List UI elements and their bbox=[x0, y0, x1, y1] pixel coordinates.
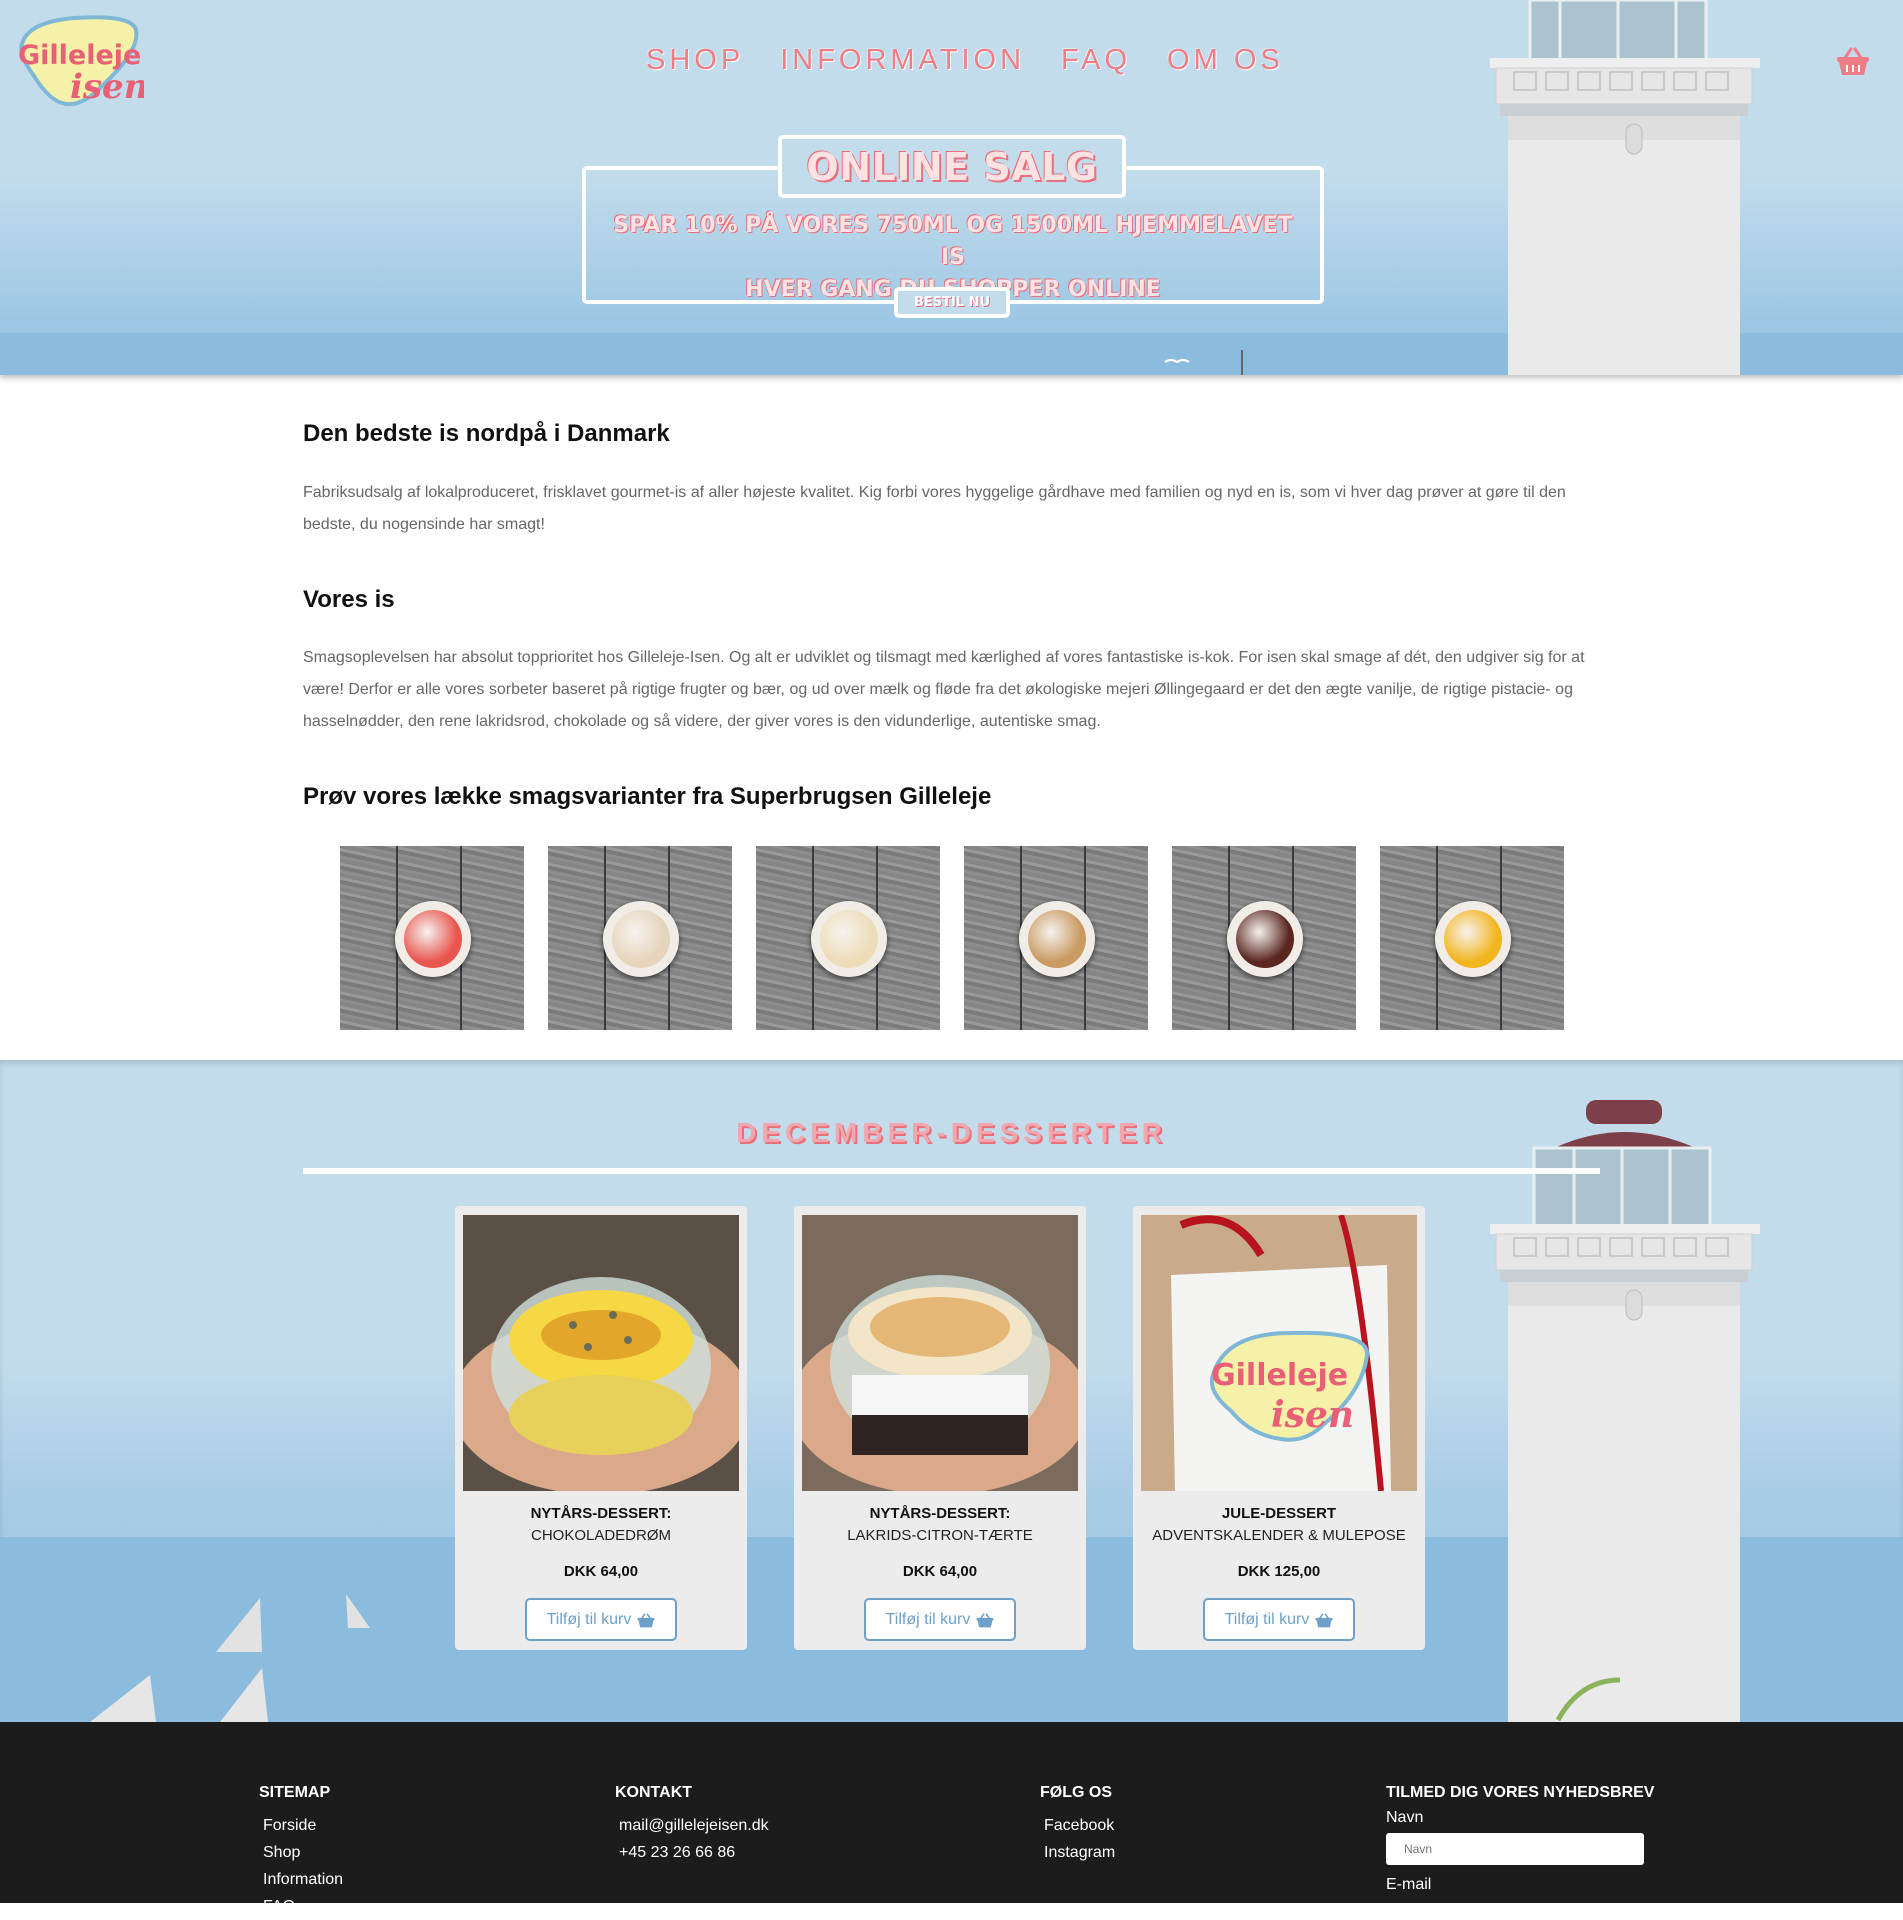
newsletter-name-input[interactable] bbox=[1386, 1833, 1644, 1865]
product-title: JULE-DESSERT bbox=[1221, 1505, 1337, 1522]
product-image-advent-calendar-tote[interactable]: Gilleleje isen bbox=[1141, 1215, 1417, 1491]
product-image-licorice-lemon-tart[interactable] bbox=[802, 1215, 1078, 1491]
december-title: DECEMBER-DESSERTER bbox=[736, 1117, 1167, 1148]
product-price: DKK 64,00 bbox=[902, 1563, 978, 1580]
name-label: Navn bbox=[1386, 1809, 1424, 1826]
gilleleje-isen-logo[interactable]: Gilleleje isen bbox=[14, 14, 144, 110]
vores-is-text: Smagsoplevelsen har absolut topprioritet… bbox=[303, 649, 1585, 730]
logo-text-isen: isen bbox=[70, 67, 144, 107]
product-card: NYTÅRS-DESSERT: LAKRIDS-CITRON-TÆRTE DKK… bbox=[794, 1206, 1086, 1650]
facebook-link[interactable]: Facebook bbox=[1044, 1812, 1115, 1839]
flavor-image[interactable] bbox=[1172, 846, 1356, 1030]
flavor-image[interactable] bbox=[340, 846, 524, 1030]
follow-heading: FØLG OS bbox=[1040, 1784, 1112, 1801]
footer-link-information[interactable]: Information bbox=[263, 1866, 343, 1893]
contact-phone-link[interactable]: +45 23 26 66 86 bbox=[619, 1839, 769, 1866]
lighthouse-illustration bbox=[1490, 0, 1760, 375]
contact-email-link[interactable]: mail@gillelejeisen.dk bbox=[619, 1812, 769, 1839]
product-title: NYTÅRS-DESSERT: bbox=[530, 1505, 672, 1522]
email-label: E-mail bbox=[1386, 1876, 1432, 1893]
bird-decoration bbox=[1164, 350, 1243, 375]
footer-link-shop[interactable]: Shop bbox=[263, 1839, 343, 1866]
footer-link-forside[interactable]: Forside bbox=[263, 1812, 343, 1839]
intro-heading: Den bedste is nordpå i Danmark bbox=[303, 420, 670, 447]
add-to-cart-button[interactable]: Tilføj til kurv bbox=[864, 1598, 1016, 1641]
promo-title-frame: ONLINE SALG bbox=[778, 135, 1126, 198]
footer-sitemap: SITEMAP Forside Shop Information FAQ bbox=[259, 1784, 343, 1920]
nav-om-os[interactable]: OM OS bbox=[1167, 44, 1284, 77]
flavor-image[interactable] bbox=[1380, 846, 1564, 1030]
product-subtitle: CHOKOLADEDRØM bbox=[530, 1527, 672, 1544]
product-subtitle: LAKRIDS-CITRON-TÆRTE bbox=[847, 1527, 1033, 1544]
shopping-basket-icon bbox=[637, 1612, 655, 1627]
svg-text:isen: isen bbox=[1271, 1394, 1354, 1436]
ice-cream-scoop bbox=[1444, 910, 1502, 968]
flavor-image[interactable] bbox=[548, 846, 732, 1030]
instagram-link[interactable]: Instagram bbox=[1044, 1839, 1115, 1866]
product-title: NYTÅRS-DESSERT: bbox=[869, 1505, 1011, 1522]
nav-information[interactable]: INFORMATION bbox=[780, 44, 1025, 77]
sailboats-illustration bbox=[90, 1594, 370, 1722]
contact-heading: KONTAKT bbox=[615, 1784, 693, 1801]
footer-link-faq[interactable]: FAQ bbox=[263, 1893, 343, 1920]
order-now-button[interactable]: BESTIL NU bbox=[894, 287, 1010, 318]
svg-text:Gilleleje: Gilleleje bbox=[1211, 1358, 1348, 1393]
sitemap-heading: SITEMAP bbox=[259, 1784, 331, 1801]
promo-line-1: SPAR 10% PÅ VORES 750ML OG 1500ML HJEMME… bbox=[613, 213, 1293, 270]
lighthouse-illustration bbox=[1490, 1100, 1760, 1722]
footer-newsletter: TILMED DIG VORES NYHEDSBREV Navn E-mail bbox=[1386, 1784, 1654, 1898]
promo-title: ONLINE SALG bbox=[806, 144, 1098, 189]
flavor-image[interactable] bbox=[756, 846, 940, 1030]
footer-social: FØLG OS Facebook Instagram bbox=[1040, 1784, 1115, 1866]
flavors-heading: Prøv vores lække smagsvarianter fra Supe… bbox=[303, 783, 992, 810]
intro-text: Fabriksudsalg af lokalproduceret, friskl… bbox=[303, 484, 1566, 533]
add-to-cart-label: Tilføj til kurv bbox=[1224, 1610, 1310, 1628]
shopping-basket-icon[interactable] bbox=[1836, 46, 1870, 76]
add-to-cart-button[interactable]: Tilføj til kurv bbox=[1203, 1598, 1355, 1641]
nav-shop[interactable]: SHOP bbox=[646, 44, 744, 77]
flavor-image[interactable] bbox=[964, 846, 1148, 1030]
ice-cream-scoop bbox=[1028, 910, 1086, 968]
shopping-basket-icon bbox=[1315, 1612, 1333, 1627]
add-to-cart-button[interactable]: Tilføj til kurv bbox=[525, 1598, 677, 1641]
flavor-gallery bbox=[340, 846, 1564, 1030]
site-footer: SITEMAP Forside Shop Information FAQ KON… bbox=[0, 1722, 1903, 1915]
main-nav: SHOP INFORMATION FAQ OM OS bbox=[646, 44, 1284, 77]
add-to-cart-label: Tilføj til kurv bbox=[546, 1610, 632, 1628]
product-price: DKK 125,00 bbox=[1237, 1563, 1321, 1580]
vores-is-heading: Vores is bbox=[303, 586, 395, 613]
ice-cream-scoop bbox=[1236, 910, 1294, 968]
product-image-chocolate-dream[interactable] bbox=[463, 1215, 739, 1491]
newsletter-heading: TILMED DIG VORES NYHEDSBREV bbox=[1386, 1784, 1655, 1801]
footer-contact: KONTAKT mail@gillelejeisen.dk +45 23 26 … bbox=[615, 1784, 769, 1866]
product-card: Gilleleje isen JULE-DESSERT ADVENTSKALEN… bbox=[1133, 1206, 1425, 1650]
shopping-basket-icon bbox=[976, 1612, 994, 1627]
ice-cream-scoop bbox=[612, 910, 670, 968]
product-subtitle: ADVENTSKALENDER & MULEPOSE bbox=[1152, 1527, 1406, 1544]
december-divider bbox=[303, 1168, 1600, 1174]
nav-faq[interactable]: FAQ bbox=[1061, 44, 1131, 77]
product-price: DKK 64,00 bbox=[563, 1563, 639, 1580]
ice-cream-scoop bbox=[404, 910, 462, 968]
product-card: NYTÅRS-DESSERT: CHOKOLADEDRØM DKK 64,00 … bbox=[455, 1206, 747, 1650]
add-to-cart-label: Tilføj til kurv bbox=[885, 1610, 971, 1628]
ice-cream-scoop bbox=[820, 910, 878, 968]
